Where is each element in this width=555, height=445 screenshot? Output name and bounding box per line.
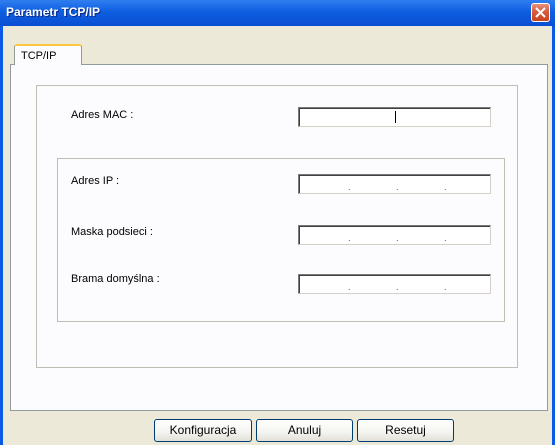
mask-label: Maska podsieci :	[71, 226, 153, 238]
mac-label: Adres MAC :	[71, 109, 134, 121]
gateway-separator: .	[396, 282, 399, 292]
cancel-button[interactable]: Anuluj	[256, 419, 353, 442]
subnet-mask-field[interactable]: . . .	[298, 225, 491, 245]
gateway-label: Brama domyślna :	[71, 273, 160, 285]
mask-separator: .	[348, 233, 351, 243]
tab-tcp-ip[interactable]: TCP/IP	[14, 44, 82, 65]
default-gateway-field[interactable]: . . .	[298, 274, 491, 294]
title-bar[interactable]: Parametr TCP/IP	[0, 0, 555, 26]
close-icon	[535, 7, 546, 18]
tab-label: TCP/IP	[21, 50, 57, 62]
ip-separator: .	[348, 182, 351, 192]
configure-button[interactable]: Konfiguracja	[154, 419, 252, 442]
gateway-separator: .	[348, 282, 351, 292]
gateway-separator: .	[444, 282, 447, 292]
ip-address-field[interactable]: . . .	[298, 174, 491, 194]
ip-separator: .	[396, 182, 399, 192]
text-caret	[395, 111, 396, 123]
mask-separator: .	[396, 233, 399, 243]
ip-label: Adres IP :	[71, 175, 120, 187]
window-title: Parametr TCP/IP	[6, 5, 101, 19]
close-button[interactable]	[531, 3, 550, 22]
reset-button[interactable]: Resetuj	[357, 419, 454, 442]
ip-separator: .	[444, 182, 447, 192]
mask-separator: .	[444, 233, 447, 243]
mac-address-field[interactable]	[298, 107, 491, 127]
